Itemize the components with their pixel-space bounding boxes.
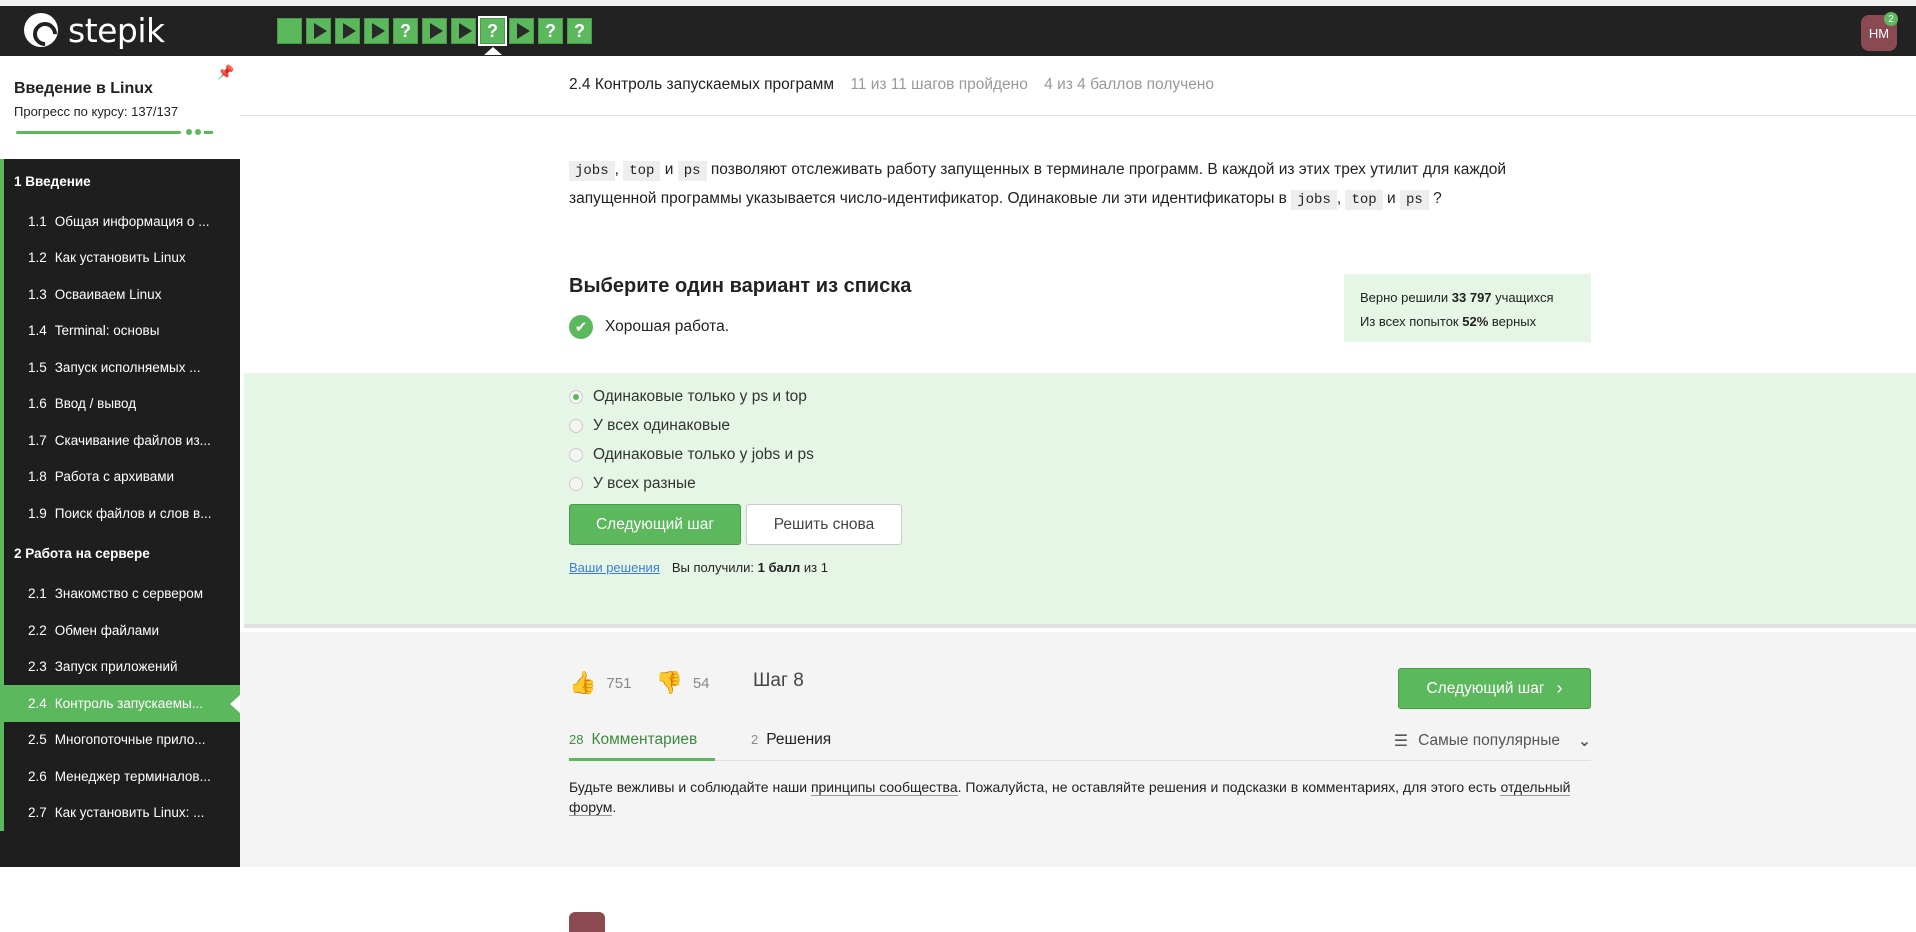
answer-area: Одинаковые только у ps и top У всех один… [244,373,1916,628]
sidebar-item-2-1[interactable]: 2.1 Знакомство с сервером [0,575,240,613]
radio[interactable] [569,477,583,491]
sort-dropdown[interactable]: ☰ Самые популярные ⌄ [1394,731,1591,751]
option-3[interactable]: Одинаковые только у jobs и ps [569,446,814,464]
dislike-count: 54 [692,674,710,692]
like-count: 751 [606,674,632,692]
step-navigation: ? ? ? ? [277,16,592,55]
course-title[interactable]: Введение в Linux [14,80,153,98]
sidebar-item-1-9[interactable]: 1.9 Поиск файлов и слов в... [0,495,240,532]
pin-icon[interactable]: 📌 [217,64,234,81]
top-navbar: stepik ? ? ? ? НМ 2 [0,6,1916,56]
sidebar-item-2-2[interactable]: 2.2 Обмен файлами [0,612,240,649]
footer-next-step-button[interactable]: Следующий шаг › [1398,668,1591,709]
step-label: Шаг 8 [753,670,804,691]
feedback-correct: ✔ Хорошая работа. [569,315,729,339]
feedback-text: Хорошая работа. [605,318,730,335]
solve-stats: Верно решили 33 797 учащихся Из всех поп… [1344,274,1591,342]
course-progress-bar [16,131,181,134]
question-text: jobs, top и ps позволяют отслеживать раб… [569,161,1507,210]
community-rules: Будьте вежливы и соблюдайте наши принцип… [569,779,1571,816]
step-11-quiz[interactable]: ? [567,18,592,44]
sidebar-item-1-8[interactable]: 1.8 Работа с архивами [0,458,240,496]
stepik-logo[interactable]: stepik [24,10,165,50]
question-icon: ? [545,20,556,41]
radio[interactable] [569,419,583,433]
retry-button[interactable]: Решить снова [746,504,902,545]
your-solutions-link[interactable]: Ваши решения [569,560,660,575]
section-2[interactable]: 2 Работа на сервере [0,531,240,576]
section-1[interactable]: 1 Введение [0,159,240,203]
step-5-quiz[interactable]: ? [393,18,418,44]
step-1-blank[interactable] [277,18,302,44]
quiz-title: Выберите один вариант из списка [569,275,912,297]
step-6-video[interactable] [422,18,447,44]
lesson-title: 2.4 Контроль запускаемых программ [569,76,834,93]
play-icon [458,23,472,39]
sidebar-item-2-4-current[interactable]: 2.4 Контроль запускаемы... [0,685,240,722]
divider [240,115,1916,116]
lesson-list: 1 Введение 1.1 Общая информация о ... 1.2… [0,159,240,831]
progress-dots [186,129,213,135]
play-icon [342,23,356,39]
stats-solved: Верно решили 33 797 учащихся [1360,290,1554,305]
option-2[interactable]: У всех одинаковые [569,417,730,435]
notification-badge: 2 [1884,12,1898,26]
step-2-video[interactable] [306,18,331,44]
step-4-video[interactable] [364,18,389,44]
community-rules-link[interactable]: принципы сообщества [810,779,958,796]
next-step-button[interactable]: Следующий шаг [569,504,741,545]
sort-icon: ☰ [1393,733,1409,750]
course-sidebar: 📌 Введение в Linux Прогресс по курсу: 13… [0,56,240,867]
checkmark-icon: ✔ [569,315,593,339]
lesson-header: 2.4 Контроль запускаемых программ 11 из … [569,76,1214,94]
step-9-video[interactable] [509,18,534,44]
points-earned: 4 из 4 баллов получено [1044,76,1214,93]
logo-text: stepik [68,10,165,50]
radio-selected[interactable] [569,390,583,404]
comment-avatar [569,912,605,932]
steps-done: 11 из 11 шагов пройдено [850,76,1028,93]
play-icon [429,23,443,39]
step-10-quiz[interactable]: ? [538,18,563,44]
sidebar-header: 📌 Введение в Linux Прогресс по курсу: 13… [0,56,240,159]
sidebar-item-1-5[interactable]: 1.5 Запуск исполняемых ... [0,349,240,386]
reactions: 👍 751 👎 54 [569,670,710,696]
play-icon [371,23,385,39]
step-8-quiz-current[interactable]: ? [478,16,507,55]
discussion-tabs: 28 Комментариев 2 Решения ☰ Самые популярн… [569,731,1591,761]
tab-solutions[interactable]: 2 Решения [751,731,831,761]
sidebar-item-1-3[interactable]: 1.3 Осваиваем Linux [0,276,240,313]
discussion-area: 👍 751 👎 54 Шаг 8 Следующий шаг › 28 Коммента… [240,632,1916,932]
sidebar-item-1-4[interactable]: 1.4 Terminal: основы [0,312,240,350]
sidebar-item-2-7[interactable]: 2.7 Как установить Linux: ... [0,794,240,832]
course-progress-text: Прогресс по курсу: 137/137 [14,104,179,119]
play-icon [313,23,327,39]
main-content: 2.4 Контроль запускаемых программ 11 из … [240,56,1916,932]
chevron-down-icon: ⌄ [1578,732,1591,750]
radio[interactable] [569,448,583,462]
option-4[interactable]: У всех разные [569,475,696,493]
thumbs-up-icon[interactable]: 👍 [569,670,596,696]
tab-comments[interactable]: 28 Комментариев [569,731,716,761]
sidebar-item-1-1[interactable]: 1.1 Общая информация о ... [0,203,240,240]
sidebar-item-1-6[interactable]: 1.6 Ввод / вывод [0,385,240,423]
option-1[interactable]: Одинаковые только у ps и top [569,388,807,406]
sidebar-item-2-5[interactable]: 2.5 Многопоточные прило... [0,721,240,759]
sidebar-item-2-3[interactable]: 2.3 Запуск приложений [0,648,240,686]
sidebar-item-2-6[interactable]: 2.6 Менеджер терминалов... [0,758,240,795]
chevron-right-icon: › [1556,678,1563,698]
thumbs-down-icon[interactable]: 👎 [655,670,682,696]
sidebar-item-1-7[interactable]: 1.7 Скачивание файлов из... [0,422,240,459]
question-icon: ? [400,20,411,41]
score-line: Ваши решения Вы получили: 1 балл из 1 [569,560,828,575]
stepik-logo-icon [24,13,58,47]
question-icon: ? [487,20,498,41]
step-7-video[interactable] [451,18,476,44]
step-3-video[interactable] [335,18,360,44]
sidebar-item-1-2[interactable]: 1.2 Как установить Linux [0,239,240,277]
question-icon: ? [574,20,585,41]
stats-accuracy: Из всех попыток 52% верных [1360,314,1537,329]
play-icon [516,23,530,39]
